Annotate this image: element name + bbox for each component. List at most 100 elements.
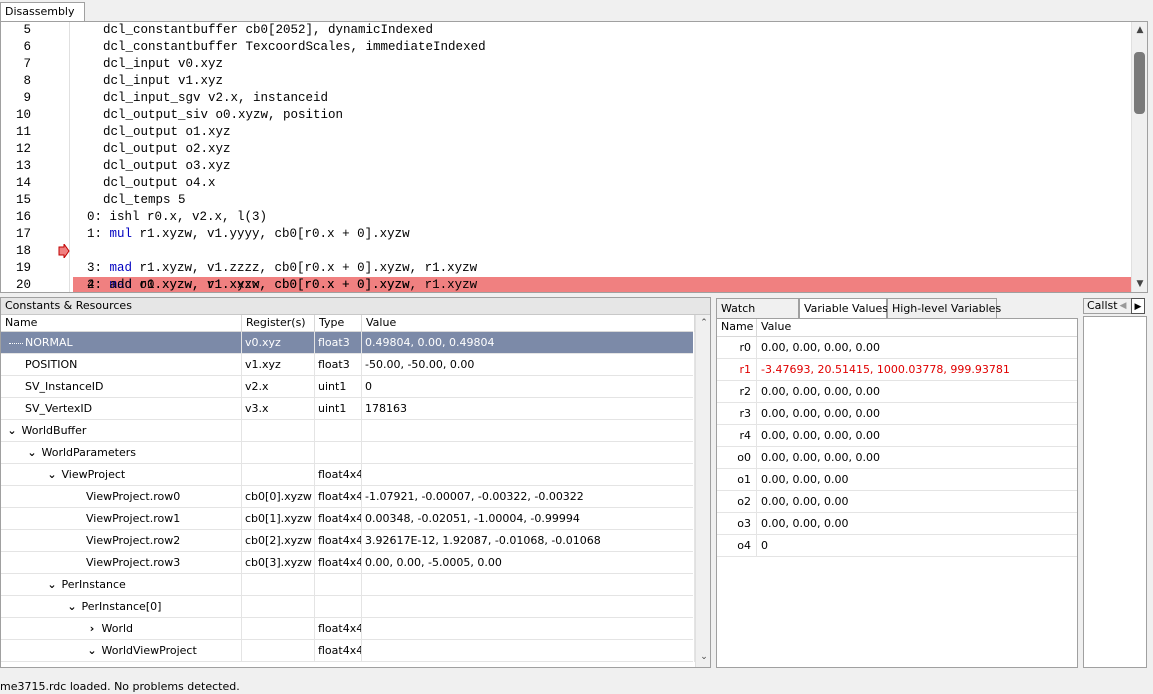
register-row[interactable]: r4 0.00, 0.00, 0.00, 0.00	[717, 425, 1077, 447]
register-row-changed[interactable]: r1 -3.47693, 20.51415, 1000.03778, 999.93…	[717, 359, 1077, 381]
name-cell: ⌄ WorldParameters	[1, 442, 242, 464]
value-cell: 0	[362, 376, 695, 398]
table-row[interactable]: ⌄ WorldViewProject float4x4	[1, 640, 695, 662]
column-header-name[interactable]: Name	[1, 315, 242, 332]
line-number: 11	[15, 125, 31, 139]
code-line[interactable]: 11 dcl_output o1.xyz	[1, 124, 1131, 141]
table-row[interactable]: ⌄ WorldParameters	[1, 442, 695, 464]
column-header-name[interactable]: Name	[717, 319, 757, 336]
type-cell	[315, 574, 362, 596]
table-row[interactable]: ⌄ PerInstance[0]	[1, 596, 695, 618]
scroll-up-icon[interactable]: ▲	[1132, 22, 1147, 38]
type-cell: float3	[315, 354, 362, 376]
column-header-value[interactable]: Value	[362, 315, 695, 332]
line-number: 18	[15, 244, 31, 258]
disassembly-scrollbar[interactable]: ▲ ▼	[1131, 22, 1147, 292]
name-cell: › World	[1, 618, 242, 640]
chevron-down-icon[interactable]: ⌄	[66, 596, 78, 618]
register-cell	[242, 640, 315, 662]
register-row[interactable]: o2 0.00, 0.00, 0.00	[717, 491, 1077, 513]
code-line[interactable]: 7 dcl_input v0.xyz	[1, 56, 1131, 73]
code-line[interactable]: 20 4: add o0.xyzw, r1.xyzw, cb0[r0.x + 0]…	[1, 277, 1131, 292]
register-row[interactable]: o0 0.00, 0.00, 0.00, 0.00	[717, 447, 1077, 469]
constants-scrollbar[interactable]: ⌃ ⌄	[695, 315, 710, 667]
code-line[interactable]: 15 dcl_temps 5	[1, 192, 1131, 209]
code-line[interactable]: 19 3: mad r1.xyzw, v1.zzzz, cb0[r0.x + 0]…	[1, 260, 1131, 277]
register-row[interactable]: o1 0.00, 0.00, 0.00	[717, 469, 1077, 491]
table-row[interactable]: ⌄ WorldBuffer	[1, 420, 695, 442]
chevron-down-icon[interactable]: ⌄	[6, 420, 18, 442]
tab-variable-values[interactable]: Variable Values	[799, 298, 888, 319]
register-value: 0.00, 0.00, 0.00	[761, 473, 849, 486]
register-cell: cb0[0].xyzw	[242, 486, 315, 508]
code-line[interactable]: 14 dcl_output o4.x	[1, 175, 1131, 192]
code-line[interactable]: 13 dcl_output o3.xyz	[1, 158, 1131, 175]
line-number: 6	[23, 40, 31, 54]
register-row[interactable]: o4 0	[717, 535, 1077, 557]
row-name: WorldBuffer	[21, 424, 87, 437]
value-cell	[362, 640, 695, 662]
tab-scroll-left-icon[interactable]: ◀	[1116, 298, 1130, 314]
code-line[interactable]: 8 dcl_input v1.xyz	[1, 73, 1131, 90]
code-line[interactable]: 10 dcl_output_siv o0.xyzw, position	[1, 107, 1131, 124]
table-row[interactable]: ViewProject.row1 cb0[1].xyzw float4x4 0.…	[1, 508, 695, 530]
scroll-down-icon[interactable]: ⌄	[696, 649, 710, 665]
scroll-down-icon[interactable]: ▼	[1132, 276, 1147, 292]
code-text: 3: mad r1.xyzw, v1.zzzz, cb0[r0.x + 0].x…	[73, 260, 1131, 277]
table-row[interactable]: NORMAL v0.xyz float3 0.49804, 0.00, 0.49…	[1, 332, 695, 354]
code-line[interactable]: 16 0: ishl r0.x, v2.x, l(3)	[1, 209, 1131, 226]
value-cell	[362, 420, 695, 442]
name-cell: ViewProject.row0	[1, 486, 242, 508]
line-number: 14	[15, 176, 31, 190]
table-row[interactable]: ViewProject.row0 cb0[0].xyzw float4x4 -1…	[1, 486, 695, 508]
status-bar: me3715.rdc loaded. No problems detected.	[0, 680, 240, 693]
register-name: r0	[717, 337, 757, 359]
chevron-right-icon[interactable]: ›	[86, 618, 98, 640]
register-name: o0	[717, 447, 757, 469]
code-line[interactable]: 12 dcl_output o2.xyz	[1, 141, 1131, 158]
line-number: 16	[15, 210, 31, 224]
scroll-up-icon[interactable]: ⌃	[696, 315, 710, 331]
tab-scroll-right-icon[interactable]: ▶	[1131, 298, 1145, 314]
table-row[interactable]: POSITION v1.xyz float3 -50.00, -50.00, 0…	[1, 354, 695, 376]
table-row[interactable]: › World float4x4	[1, 618, 695, 640]
tab-disassembly[interactable]: Disassembly	[0, 2, 85, 22]
code-line[interactable]: 9 dcl_input_sgv v2.x, instanceid	[1, 90, 1131, 107]
code-text: dcl_output o4.x	[73, 176, 216, 190]
value-cell: -50.00, -50.00, 0.00	[362, 354, 695, 376]
register-name: r3	[717, 403, 757, 425]
table-row[interactable]: ⌄ PerInstance	[1, 574, 695, 596]
register-row[interactable]: r2 0.00, 0.00, 0.00, 0.00	[717, 381, 1077, 403]
tab-watch[interactable]: Watch	[716, 298, 799, 319]
name-cell: ViewProject.row2	[1, 530, 242, 552]
table-row[interactable]: ⌄ ViewProject float4x4	[1, 464, 695, 486]
table-row[interactable]: SV_VertexID v3.x uint1 178163	[1, 398, 695, 420]
tab-high-level-variables[interactable]: High-level Variables	[887, 298, 1001, 319]
table-row[interactable]: ViewProject.row2 cb0[2].xyzw float4x4 3.…	[1, 530, 695, 552]
register-row[interactable]: r0 0.00, 0.00, 0.00, 0.00	[717, 337, 1077, 359]
table-header: Name Value	[717, 319, 1077, 337]
chevron-down-icon[interactable]: ⌄	[26, 442, 38, 464]
column-header-value[interactable]: Value	[757, 319, 1077, 336]
code-line[interactable]: 17 1: mul r1.xyzw, v1.yyyy, cb0[r0.x + 0]…	[1, 226, 1131, 243]
type-cell	[315, 420, 362, 442]
code-line[interactable]: 6 dcl_constantbuffer TexcoordScales, imm…	[1, 39, 1131, 56]
name-cell: NORMAL	[1, 332, 242, 354]
chevron-down-icon[interactable]: ⌄	[46, 574, 58, 596]
code-text: dcl_output o3.xyz	[73, 159, 231, 173]
current-code-line[interactable]: 18 2: mad r1.xyzw, v1.xxxx, cb0[r0.x + 0…	[1, 243, 1131, 292]
operands: r1.xyzw, v1.yyyy, cb0[r0.x + 0].xyzw	[132, 227, 410, 241]
column-header-type[interactable]: Type	[315, 315, 362, 332]
code-line[interactable]: 5 dcl_constantbuffer cb0[2052], dynamicI…	[1, 22, 1131, 39]
register-row[interactable]: r3 0.00, 0.00, 0.00, 0.00	[717, 403, 1077, 425]
register-value: 0	[761, 539, 768, 552]
table-row[interactable]: ViewProject.row3 cb0[3].xyzw float4x4 0.…	[1, 552, 695, 574]
chevron-down-icon[interactable]: ⌄	[46, 464, 58, 486]
table-row[interactable]: SV_InstanceID v2.x uint1 0	[1, 376, 695, 398]
scroll-thumb[interactable]	[1134, 52, 1145, 114]
register-row[interactable]: o3 0.00, 0.00, 0.00	[717, 513, 1077, 535]
type-cell	[315, 596, 362, 618]
chevron-down-icon[interactable]: ⌄	[86, 640, 98, 662]
column-header-register[interactable]: Register(s)	[242, 315, 315, 332]
name-cell: ⌄ PerInstance	[1, 574, 242, 596]
